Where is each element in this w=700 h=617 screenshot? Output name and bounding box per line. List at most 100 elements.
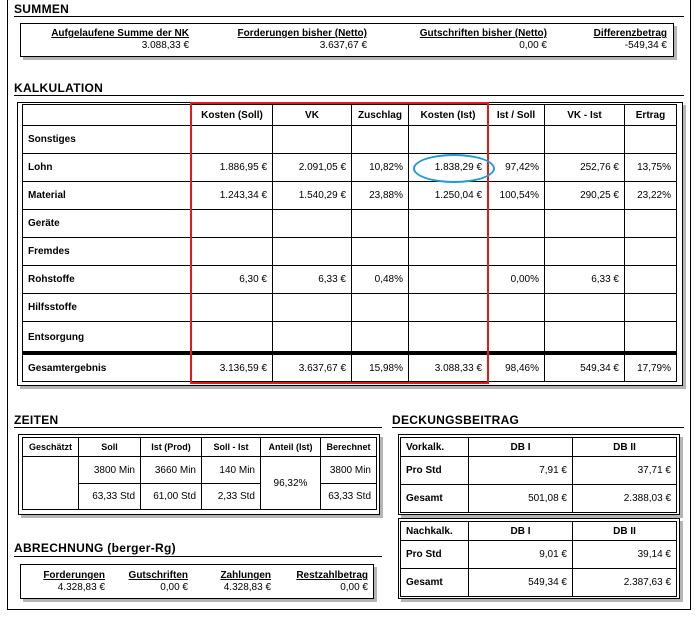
abrechnung-label-zahlungen: Zahlungen — [220, 570, 271, 581]
nach-row-db1: 9,01 € — [468, 540, 573, 569]
zeiten-row1-berechnet: 3800 Min — [320, 456, 377, 484]
abrechnung-value-gutschriften: 0,00 € — [160, 582, 188, 593]
kalk-header-empty — [22, 104, 192, 126]
abrechnung-panel: Forderungen 4.328,83 € Gutschriften 0,00… — [20, 564, 374, 599]
kalk-cell-vk-ist — [544, 293, 625, 322]
kalk-cell-vk-ist — [544, 209, 625, 238]
zeiten-row2-soll-ist: 2,33 Std — [201, 483, 261, 510]
nach-row-db2: 2.387,63 € — [572, 568, 677, 597]
zeiten-header-geschaetzt: Geschätzt — [22, 437, 79, 457]
abrechnung-value-restzahlbetrag: 0,00 € — [340, 582, 368, 593]
kalk-total-vk-ist: 549,34 € — [544, 354, 625, 382]
summen-value-differenz: -549,34 € — [624, 40, 667, 51]
vor-row-db1: 7,91 € — [468, 456, 573, 485]
kalk-total-label: Gesamtergebnis — [22, 354, 192, 382]
zeiten-row2-berechnet: 63,33 Std — [320, 483, 377, 510]
nach-db2-header: DB II — [572, 521, 677, 541]
kalk-cell-vk-ist — [544, 125, 625, 154]
abrechnung-label-gutschriften: Gutschriften — [128, 570, 188, 581]
kalk-cell-ist-soll: 100,54% — [487, 181, 545, 210]
vor-row-label: Gesamt — [400, 484, 469, 513]
kalk-row-label: Geräte — [22, 209, 192, 238]
vor-db1-header: DB I — [468, 437, 573, 457]
zeiten-row2-ist-prod: 61,00 Std — [140, 483, 202, 510]
zeiten-row1-soll: 3800 Min — [78, 456, 141, 484]
vor-row-db1: 501,08 € — [468, 484, 573, 513]
zeiten-header-soll: Soll — [78, 437, 141, 457]
zeiten-rule — [14, 427, 382, 428]
abrechnung-label-forderungen: Forderungen — [43, 570, 105, 581]
deckungsbeitrag-rule — [392, 427, 684, 428]
kalk-cell-ist-soll — [487, 237, 545, 266]
zeiten-header-soll-ist: Soll - Ist — [201, 437, 261, 457]
kalk-row-label: Rohstoffe — [22, 265, 192, 294]
vor-db2-header: DB II — [572, 437, 677, 457]
summen-label-forderungen: Forderungen bisher (Netto) — [237, 28, 367, 39]
kalkulation-rule — [14, 95, 684, 96]
abrechnung-value-forderungen: 4.328,83 € — [57, 582, 105, 593]
kalk-cell-ist-soll — [487, 209, 545, 238]
kalk-header-vk-ist: VK - Ist — [544, 104, 625, 126]
zeiten-row2-soll: 63,33 Std — [78, 483, 141, 510]
deckungsbeitrag-title: DECKUNGSBEITRAG — [392, 413, 520, 427]
kalk-cell-ertrag — [624, 293, 677, 322]
outer-bottom-border — [7, 609, 691, 610]
kalk-cell-ertrag — [624, 237, 677, 266]
kalk-cell-ist-soll: 0,00% — [487, 265, 545, 294]
highlight-ellipse — [413, 154, 495, 183]
kalk-cell-ist-soll — [487, 321, 545, 354]
kalk-row-label: Sonstiges — [22, 125, 192, 154]
kalk-header-ist-soll: Ist / Soll — [487, 104, 545, 126]
nach-header: Nachkalk. — [400, 521, 469, 541]
zeiten-header-anteil-ist: Anteil (Ist) — [260, 437, 321, 457]
kalk-row-label: Material — [22, 181, 192, 210]
kalkulation-title: KALKULATION — [14, 81, 104, 95]
abrechnung-rule — [14, 556, 382, 557]
vor-row-label: Pro Std — [400, 456, 469, 485]
abrechnung-title: ABRECHNUNG (berger-Rg) — [14, 541, 176, 555]
kalk-cell-vk-ist: 252,76 € — [544, 153, 625, 182]
summen-rule — [14, 16, 684, 17]
highlight-box — [190, 102, 489, 384]
nach-row-db2: 39,14 € — [572, 540, 677, 569]
kalk-cell-ertrag — [624, 321, 677, 354]
zeiten-title: ZEITEN — [14, 413, 59, 427]
zeiten-row1-soll-ist: 140 Min — [201, 456, 261, 484]
kalk-cell-ist-soll: 97,42% — [487, 153, 545, 182]
nach-db1-header: DB I — [468, 521, 573, 541]
zeiten-row1-ist-prod: 3660 Min — [140, 456, 202, 484]
vor-row-db2: 2.388,03 € — [572, 484, 677, 513]
kalk-header-ertrag: Ertrag — [624, 104, 677, 126]
kalk-total-ertrag: 17,79% — [624, 354, 677, 382]
summen-label-aufgelaufene: Aufgelaufene Summe der NK — [51, 28, 189, 39]
kalk-row-label: Hilfsstoffe — [22, 293, 192, 322]
kalk-total-ist-soll: 98,46% — [487, 354, 545, 382]
outer-left-border — [7, 0, 8, 610]
zeiten-geschaetzt-cell — [22, 456, 79, 510]
vor-row-db2: 37,71 € — [572, 456, 677, 485]
abrechnung-label-restzahlbetrag: Restzahlbetrag — [296, 570, 368, 581]
kalk-cell-vk-ist — [544, 237, 625, 266]
zeiten-header-berechnet: Berechnet — [320, 437, 377, 457]
summen-value-forderungen: 3.637,67 € — [319, 40, 367, 51]
kalk-cell-ist-soll — [487, 125, 545, 154]
kalk-cell-ertrag: 23,22% — [624, 181, 677, 210]
kalk-cell-ertrag: 13,75% — [624, 153, 677, 182]
kalk-cell-ertrag — [624, 125, 677, 154]
zeiten-anteil-value: 96,32% — [260, 456, 321, 510]
summen-panel: Aufgelaufene Summe der NK 3.088,33 € For… — [20, 23, 674, 57]
vor-header: Vorkalk. — [400, 437, 469, 457]
kalk-cell-vk-ist — [544, 321, 625, 354]
abrechnung-value-zahlungen: 4.328,83 € — [223, 582, 271, 593]
summen-title: SUMMEN — [14, 2, 70, 16]
kalk-cell-vk-ist: 6,33 € — [544, 265, 625, 294]
kalk-row-label: Entsorgung — [22, 321, 192, 354]
nach-row-label: Pro Std — [400, 540, 469, 569]
kalk-cell-ist-soll — [487, 293, 545, 322]
kalk-row-label: Lohn — [22, 153, 192, 182]
summen-value-aufgelaufene: 3.088,33 € — [141, 40, 189, 51]
summen-label-gutschriften: Gutschriften bisher (Netto) — [419, 28, 547, 39]
summen-label-differenz: Differenzbetrag — [593, 28, 667, 39]
summen-value-gutschriften: 0,00 € — [519, 40, 547, 51]
zeiten-header-ist-prod: Ist (Prod) — [140, 437, 202, 457]
